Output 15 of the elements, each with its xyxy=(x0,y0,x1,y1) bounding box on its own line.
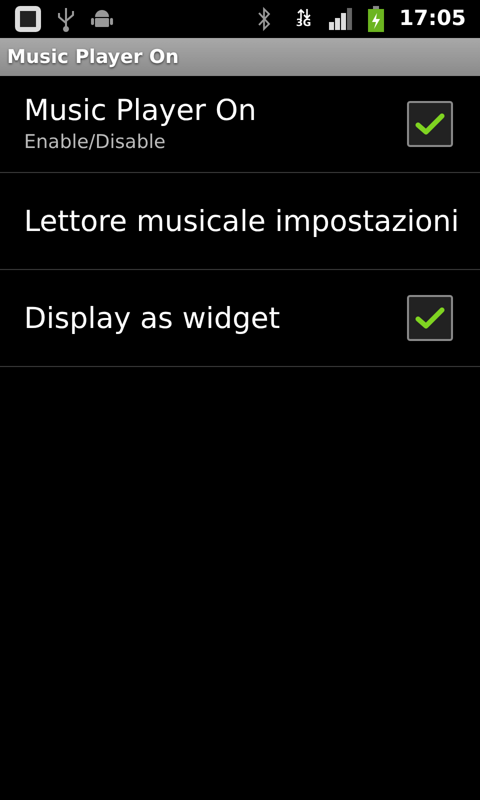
preference-title[interactable]: Lettore musicale impostazioni xyxy=(24,203,460,239)
checkbox[interactable] xyxy=(407,101,453,147)
usb-icon xyxy=(56,5,76,33)
checkbox[interactable] xyxy=(407,295,453,341)
clock: 17:05 xyxy=(399,5,466,32)
window-title: Music Player On xyxy=(7,44,179,70)
checkmark-icon xyxy=(415,306,445,330)
preference-title[interactable]: Display as widget xyxy=(24,300,407,336)
bluetooth-icon xyxy=(256,6,272,32)
app-notification-icon xyxy=(14,5,42,33)
battery-icon xyxy=(367,6,386,32)
signal-icon xyxy=(329,8,354,30)
preference-summary: Enable/Disable xyxy=(24,130,167,155)
preference-title[interactable]: Music Player On xyxy=(24,92,407,128)
checkmark-icon xyxy=(415,112,445,136)
